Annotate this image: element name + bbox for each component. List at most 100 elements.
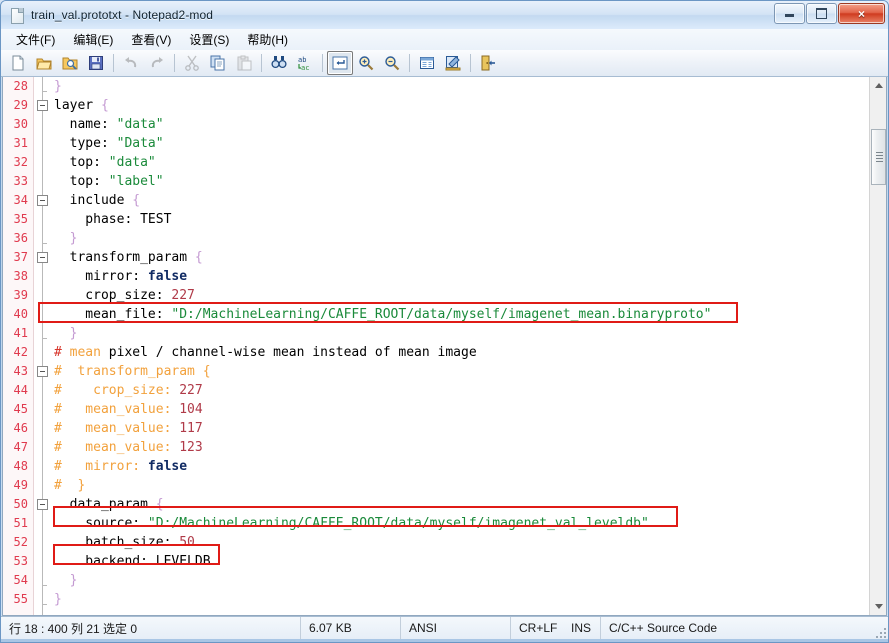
fold-toggle-icon[interactable] [37,195,48,206]
code-line[interactable]: mirror: false [50,267,886,286]
code-token: 123 [179,440,203,455]
code-line[interactable]: # mirror: false [50,457,886,476]
code-token: batch_size: [54,535,180,550]
code-line[interactable]: # mean_value: 123 [50,438,886,457]
line-number: 37 [13,250,28,264]
document-icon [9,7,25,24]
zoom-out-icon[interactable] [379,51,405,75]
code-token: } [69,231,78,246]
code-token: } [69,573,78,588]
code-token: false [147,459,188,474]
code-line[interactable]: data_param { [50,495,886,514]
close-button[interactable]: × [838,3,885,24]
new-file-icon[interactable] [5,51,31,75]
line-number: 41 [13,326,28,340]
scheme-icon[interactable] [414,51,440,75]
copy-icon[interactable] [205,51,231,75]
menu-settings[interactable]: 设置(S) [180,29,238,50]
line-number: 50 [13,497,28,511]
customize-icon[interactable] [440,51,466,75]
code-line[interactable]: # crop_size: 227 [50,381,886,400]
code-line[interactable]: phase: TEST [50,210,886,229]
code-line[interactable]: # mean_value: 117 [50,419,886,438]
code-line[interactable]: top: "label" [50,172,886,191]
code-line[interactable]: name: "data" [50,115,886,134]
fold-toggle-icon[interactable] [37,366,48,377]
status-encoding: ANSI [401,617,511,639]
code-line[interactable]: # mean_value: 104 [50,400,886,419]
save-file-icon[interactable] [83,51,109,75]
zoom-in-icon[interactable] [353,51,379,75]
code-line[interactable]: source: "D:/MachineLearning/CAFFE_ROOT/d… [50,514,886,533]
code-line[interactable]: layer { [50,96,886,115]
replace-icon[interactable]: ab ac [292,51,318,75]
redo-icon[interactable] [144,51,170,75]
paste-icon[interactable] [231,51,257,75]
fold-end-tick [42,243,47,244]
separator-3 [261,54,262,72]
cut-icon[interactable] [179,51,205,75]
find-icon[interactable] [266,51,292,75]
code-token: transform_param { [61,364,211,379]
code-token: "data" [116,117,164,132]
code-line[interactable]: } [50,324,886,343]
code-line[interactable]: backend: LEVELDB [50,552,886,571]
menu-help[interactable]: 帮助(H) [238,29,297,50]
code-token: } [61,478,86,493]
menu-file[interactable]: 文件(F) [7,29,64,50]
window-title: train_val.prototxt - Notepad2-mod [31,8,214,22]
scrollbar-thumb[interactable] [871,129,886,185]
code-line[interactable]: } [50,77,886,96]
scroll-up-button[interactable] [870,77,886,94]
code-line[interactable]: batch_size: 50 [50,533,886,552]
code-text[interactable]: } layer { name: "data" type: "Data" top: … [50,77,886,615]
line-number: 34 [13,193,28,207]
code-line[interactable]: crop_size: 227 [50,286,886,305]
fold-toggle-icon[interactable] [37,100,48,111]
line-number: 30 [13,117,28,131]
line-number: 38 [13,269,28,283]
scroll-down-button[interactable] [870,598,886,615]
browse-file-icon[interactable] [57,51,83,75]
code-token: layer [54,98,101,113]
code-token: "D:/MachineLearning/CAFFE_ROOT/data/myse… [171,307,712,322]
resize-grip[interactable] [874,626,886,638]
exit-icon[interactable] [475,51,501,75]
code-line[interactable]: type: "Data" [50,134,886,153]
code-line[interactable]: # mean pixel / channel-wise mean instead… [50,343,886,362]
minimize-button[interactable] [774,3,805,24]
code-token: # [54,383,62,398]
vertical-scrollbar[interactable] [869,77,886,615]
fold-end-tick [42,338,47,339]
code-line[interactable]: } [50,571,886,590]
code-token: { [100,98,109,113]
line-number: 35 [13,212,28,226]
code-token: mean_value: [61,421,180,436]
code-token: # [54,421,62,436]
code-line[interactable]: # } [50,476,886,495]
code-line[interactable]: include { [50,191,886,210]
fold-margin[interactable] [34,77,50,615]
open-file-icon[interactable] [31,51,57,75]
code-token: mean_value: [61,402,180,417]
line-number: 29 [13,98,28,112]
editor-area[interactable]: 28 29 30 31 32 33 34 35 36 37 38 39 40 41 42 43 44 45 46 47… [2,77,887,616]
undo-icon[interactable] [118,51,144,75]
code-line[interactable]: transform_param { [50,248,886,267]
code-line[interactable]: top: "data" [50,153,886,172]
menu-edit[interactable]: 编辑(E) [64,29,122,50]
code-line[interactable]: } [50,590,886,609]
separator-1 [113,54,114,72]
code-line[interactable]: } [50,229,886,248]
maximize-button[interactable] [806,3,837,24]
line-number: 48 [13,459,28,473]
fold-toggle-icon[interactable] [37,252,48,263]
fold-toggle-icon[interactable] [37,499,48,510]
menu-view[interactable]: 查看(V) [122,29,180,50]
fold-end-tick [42,91,47,92]
code-line[interactable]: mean_file: "D:/MachineLearning/CAFFE_ROO… [50,305,886,324]
word-wrap-icon[interactable] [327,51,353,75]
line-number: 47 [13,440,28,454]
code-line[interactable]: # transform_param { [50,362,886,381]
code-token: name: [54,117,117,132]
